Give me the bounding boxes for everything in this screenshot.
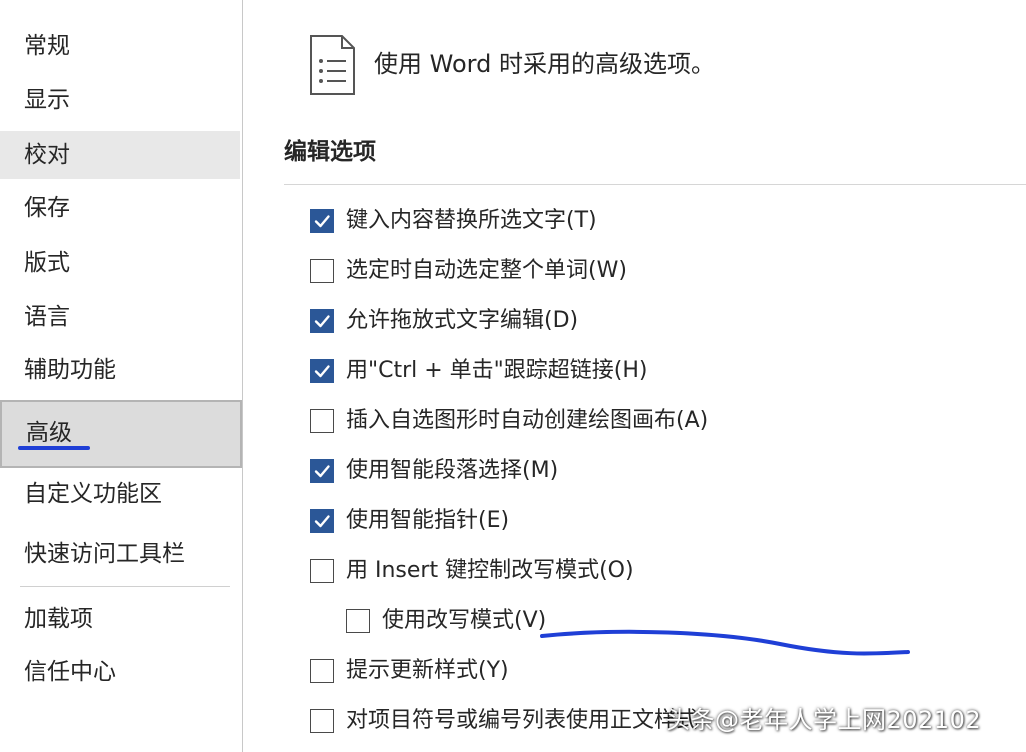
annotation-curve [540, 629, 910, 656]
document-list-icon [310, 35, 355, 95]
option-label: 插入自选图形时自动创建绘图画布(A) [346, 408, 709, 433]
nav-item-general[interactable]: 常规 [0, 22, 240, 70]
nav-item-language[interactable]: 语言 [0, 293, 240, 341]
option-smart-paragraph-selection[interactable]: 使用智能段落选择(M) [310, 451, 558, 491]
checkbox-unchecked[interactable] [310, 659, 334, 683]
checkmark-icon [314, 515, 330, 528]
nav-item-display[interactable]: 显示 [0, 76, 240, 124]
checkmark-icon [314, 465, 330, 478]
checkbox-unchecked[interactable] [310, 559, 334, 583]
checkbox-checked[interactable] [310, 509, 334, 533]
option-use-overtype-mode[interactable]: 使用改写模式(V) [346, 601, 546, 641]
annotation-underline [18, 446, 90, 450]
option-drag-and-drop-editing[interactable]: 允许拖放式文字编辑(D) [310, 301, 578, 341]
checkmark-icon [314, 215, 330, 228]
option-label: 用"Ctrl + 单击"跟踪超链接(H) [346, 358, 648, 383]
nav-item-add-ins[interactable]: 加载项 [0, 595, 240, 643]
option-insert-key-overtype[interactable]: 用 Insert 键控制改写模式(O) [310, 551, 634, 591]
nav-item-advanced[interactable]: 高级 [0, 400, 242, 468]
checkbox-checked[interactable] [310, 459, 334, 483]
nav-item-save[interactable]: 保存 [0, 184, 240, 232]
option-auto-select-entire-word[interactable]: 选定时自动选定整个单词(W) [310, 251, 627, 291]
section-title-editing-options: 编辑选项 [284, 139, 376, 165]
advanced-options-panel: 使用 Word 时采用的高级选项。 编辑选项 键入内容替换所选文字(T) 选定时自… [244, 0, 1026, 752]
option-label: 提示更新样式(Y) [346, 658, 509, 683]
option-label: 选定时自动选定整个单词(W) [346, 258, 627, 283]
nav-item-proofing[interactable]: 校对 [0, 131, 240, 179]
option-label: 对项目符号或编号列表使用正文样式 [346, 708, 699, 733]
option-smart-cursoring[interactable]: 使用智能指针(E) [310, 501, 509, 541]
nav-item-customize-ribbon[interactable]: 自定义功能区 [0, 470, 240, 518]
option-list-paragraph-style[interactable]: 对项目符号或编号列表使用正文样式 [310, 701, 698, 741]
options-sidebar: 常规 显示 校对 保存 版式 语言 辅助功能 高级 自定义功能区 快速访问工具栏… [0, 0, 243, 752]
checkbox-checked[interactable] [310, 359, 334, 383]
option-prompt-update-style[interactable]: 提示更新样式(Y) [310, 651, 509, 691]
nav-item-accessibility[interactable]: 辅助功能 [0, 346, 240, 394]
option-typing-replaces-selection[interactable]: 键入内容替换所选文字(T) [310, 201, 597, 241]
checkmark-icon [314, 315, 330, 328]
checkbox-unchecked[interactable] [346, 609, 370, 633]
option-ctrl-click-hyperlink[interactable]: 用"Ctrl + 单击"跟踪超链接(H) [310, 351, 648, 391]
sidebar-divider [20, 586, 230, 587]
option-label: 键入内容替换所选文字(T) [346, 208, 597, 233]
checkbox-checked[interactable] [310, 309, 334, 333]
nav-item-quick-access-toolbar[interactable]: 快速访问工具栏 [0, 530, 240, 578]
option-label: 使用智能段落选择(M) [346, 458, 559, 483]
option-label: 使用改写模式(V) [382, 608, 547, 633]
checkbox-unchecked[interactable] [310, 409, 334, 433]
option-label: 使用智能指针(E) [346, 508, 510, 533]
option-label: 用 Insert 键控制改写模式(O) [346, 558, 634, 583]
nav-item-layout[interactable]: 版式 [0, 239, 240, 287]
checkmark-icon [314, 365, 330, 378]
option-auto-create-drawing-canvas[interactable]: 插入自选图形时自动创建绘图画布(A) [310, 401, 708, 441]
option-label: 允许拖放式文字编辑(D) [346, 308, 579, 333]
watermark: 头条@老年人学上网202102 [666, 706, 982, 734]
nav-item-trust-center[interactable]: 信任中心 [0, 648, 240, 696]
page-title: 使用 Word 时采用的高级选项。 [374, 50, 715, 78]
checkbox-checked[interactable] [310, 209, 334, 233]
section-divider [284, 184, 1026, 185]
checkbox-unchecked[interactable] [310, 259, 334, 283]
checkbox-unchecked[interactable] [310, 709, 334, 733]
